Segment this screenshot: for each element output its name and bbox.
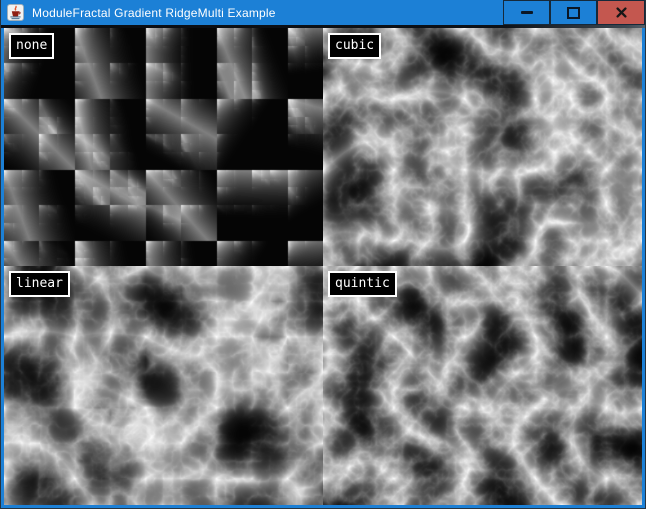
interp-label-cubic: cubic [328,33,381,59]
noise-panel-quintic: quintic [323,266,642,505]
noise-panel-cubic: cubic [323,28,642,266]
java-app-icon[interactable] [7,4,24,21]
close-button[interactable] [597,0,645,25]
minimize-icon [521,11,533,14]
titlebar[interactable]: ModuleFractal Gradient RidgeMulti Exampl… [1,0,645,25]
noise-grid: none cubic linear quintic [4,28,642,505]
maximize-icon [567,7,580,19]
close-icon [616,7,627,18]
noise-canvas-none [4,28,323,266]
noise-canvas-linear [4,266,323,505]
app-window: ModuleFractal Gradient RidgeMulti Exampl… [0,0,646,509]
noise-canvas-cubic [323,28,642,266]
interp-label-quintic: quintic [328,271,397,297]
window-controls [503,0,645,25]
maximize-button[interactable] [550,0,597,25]
noise-panel-none: none [4,28,323,266]
window-title: ModuleFractal Gradient RidgeMulti Exampl… [32,6,276,20]
window-body: none cubic linear quintic [1,28,645,508]
noise-panel-linear: linear [4,266,323,505]
java-cup-icon [7,4,24,21]
interp-label-none: none [9,33,54,59]
noise-canvas-quintic [323,266,642,505]
minimize-button[interactable] [503,0,550,25]
interp-label-linear: linear [9,271,70,297]
